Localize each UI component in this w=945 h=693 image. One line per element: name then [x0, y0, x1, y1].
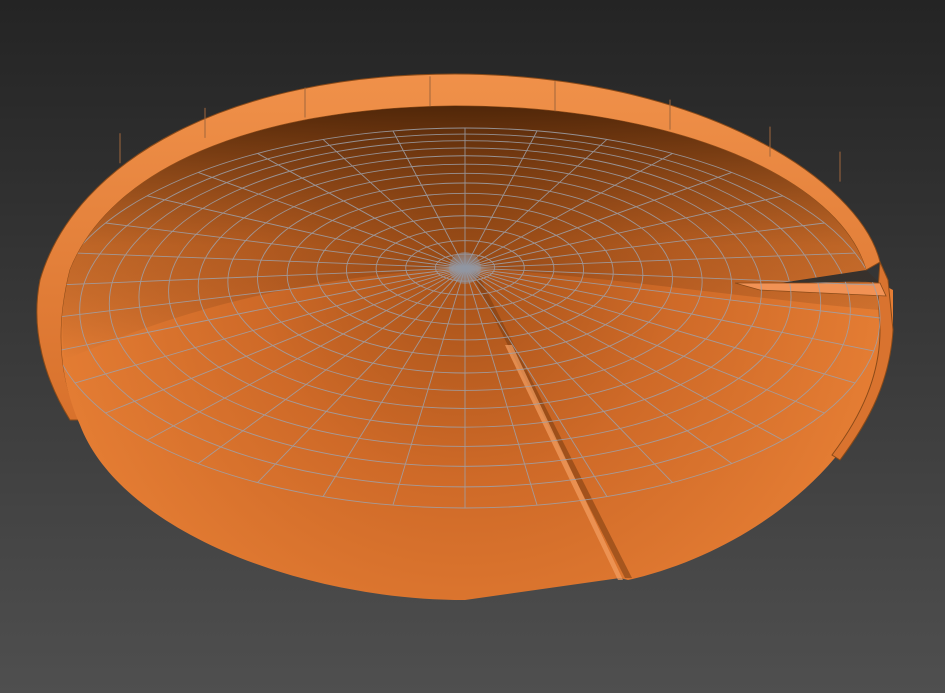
- 3d-viewport[interactable]: [0, 0, 945, 693]
- center-hub-icon: [449, 252, 481, 284]
- dish-model-render[interactable]: [0, 0, 945, 693]
